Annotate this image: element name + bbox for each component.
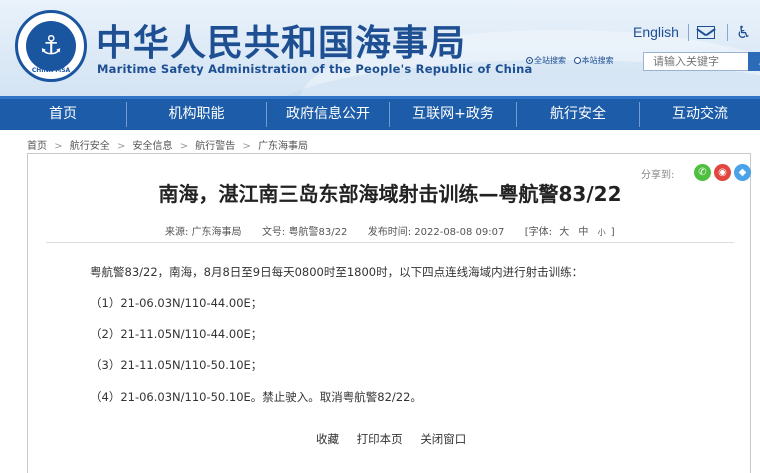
breadcrumb-nav-safety[interactable]: 航行安全 bbox=[70, 137, 110, 152]
font-size-small[interactable]: 小 bbox=[598, 227, 606, 238]
search-input[interactable] bbox=[644, 53, 726, 70]
accessibility-icon[interactable]: ♿ bbox=[736, 23, 751, 43]
source-label: 来源: bbox=[165, 227, 189, 238]
article-panel: 分享到: ✆ ◉ ◆ 南海，湛江南三岛东部海域射击训练—粤航警83/22 来源:… bbox=[27, 153, 751, 473]
mail-icon[interactable] bbox=[697, 26, 715, 39]
site-title-en: Maritime Safety Administration of the Pe… bbox=[97, 62, 533, 76]
docno-value: 粤航警83/22 bbox=[288, 227, 348, 238]
meta-divider bbox=[46, 242, 734, 243]
divider bbox=[688, 24, 689, 41]
source-value: 广东海事局 bbox=[191, 227, 242, 238]
main-nav: 首页 机构职能 政府信息公开 互联网+政务 航行安全 互动交流 bbox=[0, 96, 760, 130]
msa-logo[interactable]: ⚓ CHINA MSA bbox=[15, 10, 87, 82]
nav-item-internet-gov[interactable]: 互联网+政务 bbox=[390, 99, 516, 130]
breadcrumb-separator: > bbox=[242, 141, 251, 152]
site-title-cn: 中华人民共和国海事局 bbox=[96, 23, 467, 64]
favorite-link[interactable]: 收藏 bbox=[316, 431, 339, 447]
article-title: 南海，湛江南三岛东部海域射击训练—粤航警83/22 bbox=[158, 182, 622, 206]
site-header: ⚓ CHINA MSA 中华人民共和国海事局 Maritime Safety A… bbox=[0, 0, 760, 96]
article-actions: 收藏 打印本页 关闭窗口 bbox=[316, 431, 480, 447]
logo-emblem: ⚓ bbox=[26, 21, 76, 71]
article-paragraph: （1）21-06.03N/110-44.00E； bbox=[90, 296, 263, 310]
logo-text: CHINA MSA bbox=[31, 67, 71, 74]
docno-label: 文号: bbox=[261, 227, 286, 238]
anchor-icon: ⚓ bbox=[39, 31, 63, 61]
search-scope-site-radio[interactable] bbox=[526, 57, 533, 64]
divider bbox=[727, 24, 728, 41]
search-scope-site-label[interactable]: 全站搜索 bbox=[534, 56, 566, 65]
breadcrumb-separator: > bbox=[179, 141, 189, 152]
nav-item-home[interactable]: 首页 bbox=[0, 99, 126, 130]
breadcrumb-separator: > bbox=[116, 141, 126, 152]
breadcrumb-safety-info[interactable]: 安全信息 bbox=[133, 137, 173, 152]
breadcrumb-separator: > bbox=[54, 141, 63, 152]
close-window-link[interactable]: 关闭窗口 bbox=[420, 431, 466, 447]
breadcrumb-nav-warnings[interactable]: 航行警告 bbox=[195, 137, 235, 152]
date-label: 发布时间: bbox=[367, 227, 412, 238]
article-meta: 来源: 广东海事局 文号: 粤航警83/22 发布时间: 2022-08-08 … bbox=[165, 223, 615, 238]
search-scope: 全站搜索 本站搜索 bbox=[526, 55, 614, 66]
date-value: 2022-08-08 09:07 bbox=[414, 227, 505, 238]
font-size-medium[interactable]: 中 bbox=[578, 223, 588, 238]
nav-item-functions[interactable]: 机构职能 bbox=[127, 99, 266, 130]
breadcrumb: 首页 > 航行安全 > 安全信息 > 航行警告 > 广东海事局 bbox=[27, 137, 308, 152]
nav-item-interaction[interactable]: 互动交流 bbox=[640, 99, 760, 130]
article-paragraph: （3）21-11.05N/110-50.10E； bbox=[90, 358, 263, 372]
font-size-label: [字体: bbox=[524, 227, 553, 238]
nav-item-nav-safety[interactable]: 航行安全 bbox=[517, 99, 639, 130]
nav-item-gov-info[interactable]: 政府信息公开 bbox=[267, 99, 389, 130]
article-paragraph: （2）21-11.05N/110-44.00E； bbox=[90, 327, 263, 341]
print-link[interactable]: 打印本页 bbox=[357, 431, 403, 447]
font-size-close: ] bbox=[610, 227, 615, 238]
search-scope-sub-radio[interactable] bbox=[573, 57, 581, 64]
search-box: ⌕ bbox=[643, 52, 760, 71]
search-button[interactable]: ⌕ bbox=[748, 52, 760, 71]
article-paragraph: （4）21-06.03N/110-50.10E。禁止驶入。取消粤航警82/22。 bbox=[90, 390, 422, 404]
breadcrumb-guangdong-msa[interactable]: 广东海事局 bbox=[258, 137, 308, 152]
font-size-large[interactable]: 大 bbox=[559, 223, 569, 238]
breadcrumb-home[interactable]: 首页 bbox=[27, 137, 47, 152]
english-link[interactable]: English bbox=[633, 24, 679, 40]
search-scope-sub-label[interactable]: 本站搜索 bbox=[582, 56, 614, 65]
article-paragraph: 粤航警83/22，南海，8月8日至9日每天0800时至1800时，以下四点连线海… bbox=[90, 265, 584, 279]
